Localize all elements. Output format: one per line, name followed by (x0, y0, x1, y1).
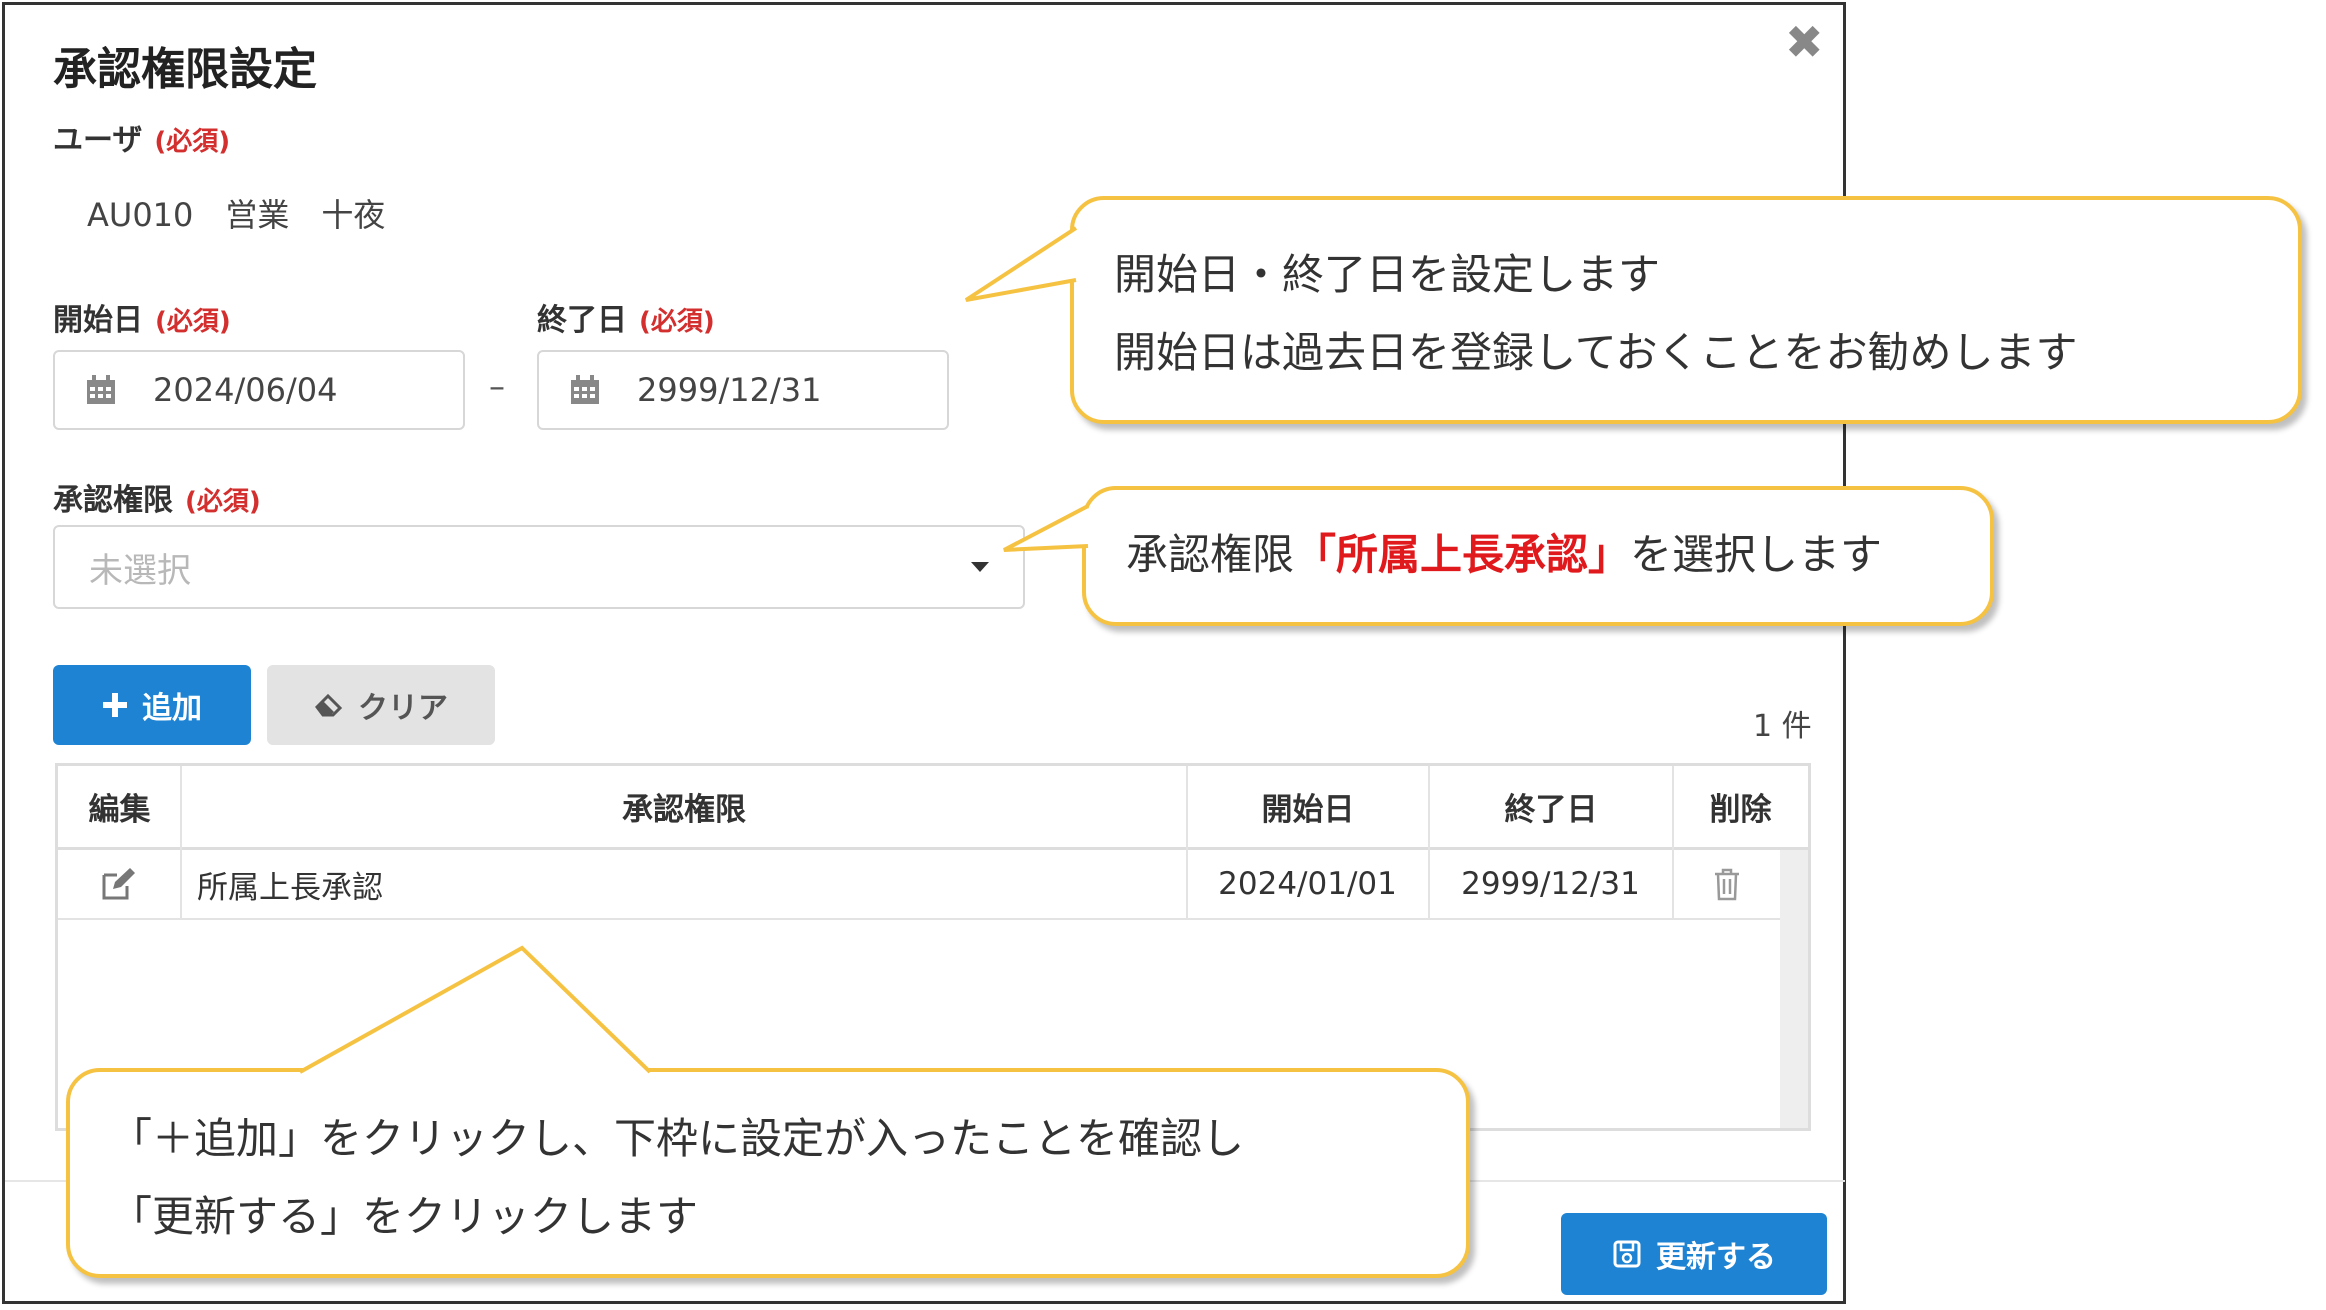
update-button-label: 更新する (1656, 1240, 1776, 1275)
user-label-text: ユーザ (53, 123, 143, 158)
edit-icon[interactable] (101, 867, 137, 901)
callout-dates-pointer (964, 226, 1078, 302)
required-mark: (必須) (185, 487, 261, 517)
authority-label-text: 承認権限 (53, 483, 173, 518)
column-header-end-date: 終了日 (1429, 766, 1673, 850)
user-label: ユーザ (必須) (53, 115, 230, 159)
start-date-label: 開始日 (必須) (53, 295, 231, 339)
end-date-label: 終了日 (必須) (537, 295, 715, 339)
required-mark: (必須) (155, 307, 231, 337)
column-header-authority: 承認権限 (181, 766, 1187, 850)
start-date-cell: 2024/01/01 (1187, 850, 1428, 920)
clear-button[interactable]: クリア (267, 665, 495, 745)
calendar-icon (571, 375, 599, 404)
calendar-icon (87, 375, 115, 404)
dialog-title: 承認権限設定 (53, 44, 317, 95)
save-icon (1613, 1240, 1641, 1268)
start-date-input[interactable]: 2024/06/04 (53, 350, 465, 430)
authority-select-placeholder: 未選択 (89, 550, 191, 591)
end-date-label-text: 終了日 (537, 303, 627, 338)
callout-dates-line2: 開始日は過去日を登録しておくことをお勧めします (1114, 328, 2078, 377)
column-header-edit: 編集 (58, 766, 181, 850)
start-date-value: 2024/06/04 (153, 371, 338, 409)
callout-dates-line1: 開始日・終了日を設定します (1114, 250, 1661, 299)
eraser-icon (315, 693, 343, 717)
trash-icon[interactable] (1713, 867, 1741, 901)
clear-button-label: クリア (358, 691, 448, 726)
start-date-label-text: 開始日 (53, 303, 143, 338)
callout-add: 「＋追加」をクリックし、下枠に設定が入ったことを確認し 「更新する」をクリックし… (66, 1068, 1470, 1278)
callout-authority-prefix: 承認権限 (1126, 530, 1295, 579)
end-date-cell: 2999/12/31 (1429, 850, 1672, 920)
required-mark: (必須) (154, 127, 231, 157)
table-scrollbar[interactable] (1780, 850, 1808, 1128)
required-mark: (必須) (639, 307, 715, 337)
end-date-value: 2999/12/31 (637, 371, 822, 409)
add-button-label: 追加 (142, 691, 202, 726)
callout-authority-pointer (1003, 504, 1089, 552)
user-value: AU010 営業 十夜 (87, 196, 386, 234)
close-icon[interactable]: ✖ (1785, 15, 1824, 69)
delete-cell[interactable] (1673, 850, 1780, 920)
callout-add-line2: 「更新する」をクリックします (110, 1192, 699, 1241)
callout-dates: 開始日・終了日を設定します 開始日は過去日を登録しておくことをお勧めします (1070, 196, 2302, 424)
caret-down-icon (971, 562, 989, 572)
plus-icon (103, 693, 127, 717)
add-button[interactable]: 追加 (53, 665, 251, 745)
authority-cell: 所属上長承認 (181, 850, 1186, 920)
callout-add-pointer (299, 945, 652, 1074)
callout-authority-suffix: を選択します (1630, 530, 1883, 579)
end-date-input[interactable]: 2999/12/31 (537, 350, 949, 430)
record-count: 1 件 (1753, 709, 1812, 744)
edit-cell[interactable] (58, 850, 180, 920)
callout-add-line1: 「＋追加」をクリックし、下枠に設定が入ったことを確認し (110, 1114, 1245, 1163)
update-button[interactable]: 更新する (1561, 1213, 1827, 1295)
date-range-separator: – (489, 367, 505, 405)
callout-authority-highlight: 「所属上長承認」 (1294, 530, 1631, 579)
column-header-start-date: 開始日 (1187, 766, 1429, 850)
authority-label: 承認権限 (必須) (53, 475, 261, 519)
authority-select[interactable]: 未選択 (53, 525, 1025, 609)
column-header-delete: 削除 (1673, 766, 1808, 850)
callout-authority: 承認権限「所属上長承認」を選択します (1082, 486, 1994, 626)
